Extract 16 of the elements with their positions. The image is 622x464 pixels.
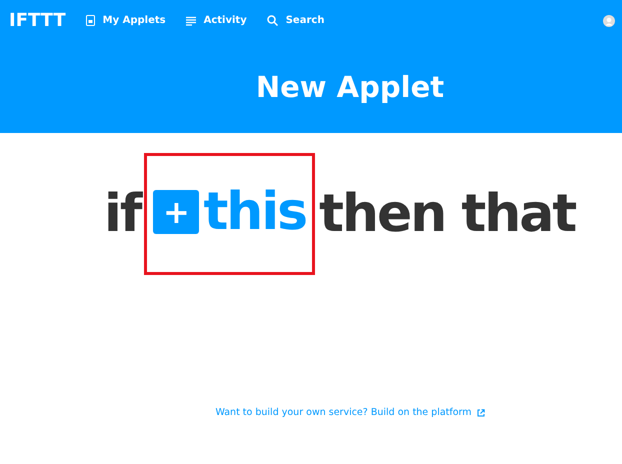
search-icon <box>266 15 278 26</box>
avatar-icon[interactable] <box>603 15 615 27</box>
document-icon <box>86 15 95 26</box>
list-icon <box>186 16 196 26</box>
page-title: New Applet <box>256 70 444 104</box>
add-trigger-button[interactable]: + <box>153 190 200 234</box>
nav-link[interactable]: Search <box>266 15 324 26</box>
platform-link[interactable]: Want to build your own service? Build on the platform <box>215 407 472 418</box>
highlight-frame[interactable]: + this <box>144 153 316 275</box>
if-word: if <box>104 184 140 244</box>
then-that-text: then that <box>319 184 576 244</box>
nav-link[interactable]: Activity <box>186 15 247 26</box>
nav-link[interactable]: My Applets <box>86 15 166 26</box>
this-word[interactable]: this <box>203 182 306 242</box>
logo[interactable]: IFTTT <box>9 10 66 31</box>
external-link-icon <box>476 408 485 416</box>
